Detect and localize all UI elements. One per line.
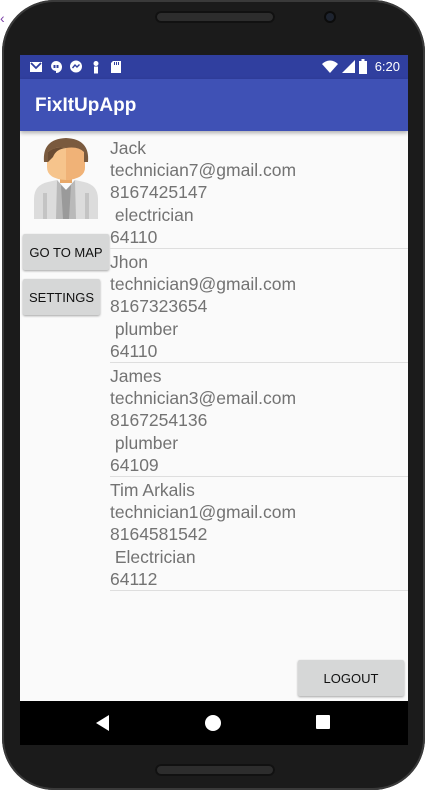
technician-trade: plumber: [110, 432, 179, 453]
status-notification-icons: [29, 60, 123, 74]
top-speaker: [155, 11, 275, 23]
technician-phone: 8167425147: [110, 182, 208, 203]
list-item[interactable]: Jhon technician9@gmail.com 8167323654 pl…: [110, 249, 408, 363]
front-camera: [326, 13, 334, 21]
technician-zip: 64110: [110, 226, 158, 247]
status-bar: 6:20: [20, 55, 408, 79]
technician-phone: 8167323654: [110, 296, 208, 317]
wifi-icon: [321, 60, 338, 73]
status-system-icons: 6:20: [321, 59, 400, 74]
navigation-bar: [20, 701, 408, 745]
technician-phone: 8167254136: [110, 410, 208, 431]
list-item[interactable]: Jack technician7@gmail.com 8167425147 el…: [110, 135, 408, 249]
technician-email: technician7@gmail.com: [110, 160, 297, 181]
technician-name: Jack: [110, 138, 146, 158]
person-icon: [93, 61, 99, 74]
technician-email: technician9@gmail.com: [110, 274, 297, 295]
technician-phone: 8164581542: [110, 524, 208, 545]
messenger-icon: [70, 60, 82, 73]
technician-name: Jhon: [110, 252, 148, 272]
app-screen: 6:20 FixItUpApp GO TO MAP SETTINGS Jack …: [20, 55, 408, 701]
gmail-icon: [30, 62, 42, 72]
technician-avatar-icon[interactable]: [33, 135, 99, 219]
home-icon[interactable]: [205, 715, 221, 731]
go-to-map-button[interactable]: GO TO MAP: [23, 234, 109, 270]
technician-name: James: [110, 366, 162, 386]
status-time: 6:20: [374, 59, 400, 74]
hangouts-icon: [51, 61, 62, 73]
battery-icon: [358, 59, 367, 74]
technician-trade: plumber: [110, 318, 179, 339]
bottom-speaker: [155, 764, 275, 776]
technician-name: Tim Arkalis: [110, 480, 195, 500]
edge-mark-icon: ‹: [0, 10, 5, 26]
technician-zip: 64109: [110, 454, 159, 475]
sd-card-icon: [111, 61, 121, 73]
list-item[interactable]: James technician3@email.com 8167254136 p…: [110, 363, 408, 477]
app-bar: FixItUpApp: [20, 79, 408, 131]
technician-list: Jack technician7@gmail.com 8167425147 el…: [110, 135, 408, 591]
recent-apps-icon[interactable]: [316, 715, 330, 729]
technician-trade: Electrician: [110, 546, 196, 567]
technician-zip: 64110: [110, 340, 158, 361]
technician-zip: 64112: [110, 568, 158, 589]
settings-button[interactable]: SETTINGS: [23, 279, 100, 315]
technician-email: technician1@gmail.com: [110, 502, 297, 523]
back-icon[interactable]: [96, 715, 110, 731]
logout-button[interactable]: LOGOUT: [298, 660, 404, 696]
technician-email: technician3@email.com: [110, 388, 297, 409]
app-title: FixItUpApp: [35, 95, 137, 116]
list-item[interactable]: Tim Arkalis technician1@gmail.com 816458…: [110, 477, 408, 591]
technician-trade: electrician: [110, 204, 194, 225]
signal-icon: [341, 59, 355, 73]
